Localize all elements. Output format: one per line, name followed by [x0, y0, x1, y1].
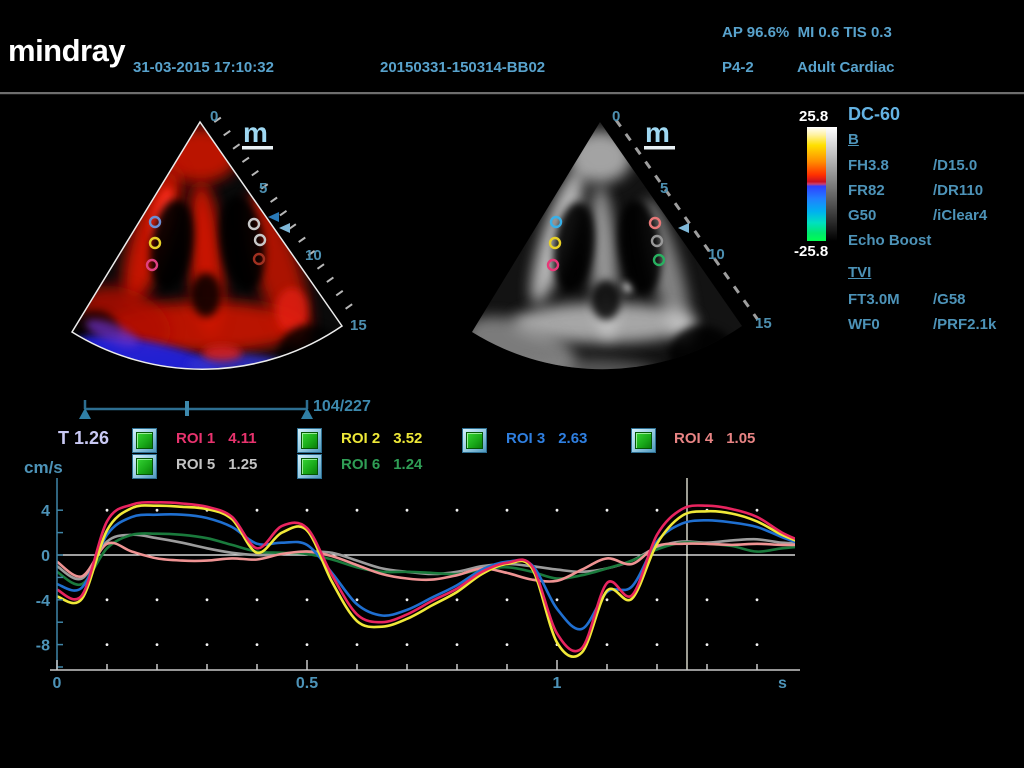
chart-curves [57, 502, 807, 656]
bmode-graybar [826, 127, 837, 241]
depth-label-5: 5 [660, 180, 668, 197]
b-param-iclear: /iClear4 [933, 207, 987, 224]
b-param-frequency: FH3.8 [848, 157, 889, 174]
trace-roi-1 [57, 502, 807, 651]
scrubber-position-handle[interactable] [185, 401, 189, 416]
pointer-arrow-icon [678, 223, 689, 233]
b-param-dynamicrange: /DR110 [933, 182, 983, 199]
y-axis-unit-label: cm/s [24, 458, 63, 477]
y-tick-label: 4 [41, 503, 50, 520]
x-axis-unit-label: s [778, 675, 787, 692]
depth-label-0: 0 [210, 108, 218, 125]
system-model: DC-60 [848, 104, 900, 125]
cine-frame-counter: 104/227 [313, 398, 371, 416]
orientation-marker-m: m [645, 117, 670, 148]
tvi-param-prf: /PRF2.1k [933, 316, 996, 333]
b-param-echoboost: Echo Boost [848, 232, 931, 249]
trace-roi-4 [57, 543, 807, 582]
trace-roi-2 [57, 505, 807, 656]
pointer-arrow-icon [268, 212, 279, 222]
depth-label-10: 10 [305, 247, 322, 264]
datetime: 31-03-2015 17:10:32 [133, 59, 274, 76]
x-tick-label: 0 [53, 675, 62, 692]
y-tick-label: 0 [41, 548, 50, 565]
bmode-section-title: B [848, 131, 859, 148]
b-param-depth: /D15.0 [933, 157, 977, 174]
depth-label-5: 5 [259, 180, 267, 197]
y-tick-label: -4 [36, 593, 50, 610]
mindray-logo: mindray [8, 33, 125, 69]
depth-label-15: 15 [350, 317, 367, 334]
colorbar-min-value: -25.8 [794, 243, 828, 260]
bmode-image[interactable]: 0 5 10 15 m [400, 95, 800, 395]
colorbar-max-value: 25.8 [799, 108, 828, 125]
depth-label-15: 15 [755, 315, 772, 332]
tvi-section-title: TVI [848, 264, 871, 281]
exam-preset: Adult Cardiac [797, 59, 895, 76]
orientation-marker-underline [644, 146, 675, 150]
acoustic-output: AP 96.6% MI 0.6 TIS 0.3 [722, 24, 892, 41]
probe-name: P4-2 [722, 59, 754, 76]
depth-label-10: 10 [708, 246, 725, 263]
b-param-framerate: FR82 [848, 182, 885, 199]
b-param-gain: G50 [848, 207, 876, 224]
exam-id: 20150331-150314-BB02 [380, 59, 545, 76]
x-tick-label: 0.5 [296, 675, 318, 692]
tvi-param-frequency: FT3.0M [848, 291, 900, 308]
orientation-marker-underline [242, 146, 273, 150]
tvi-color-image[interactable]: 0 5 10 15 m [0, 95, 400, 395]
mindray-ultrasound-screen: mindray 31-03-2015 17:10:32 20150331-150… [0, 0, 1024, 768]
tvi-param-wallfilter: WF0 [848, 316, 880, 333]
x-tick-label: 1 [553, 675, 562, 692]
tvi-waveform-chart: cm/s 4 0 -4 -8 0 0.5 1 s [0, 445, 830, 703]
tvi-colorbar [807, 127, 826, 241]
orientation-marker-m: m [243, 117, 268, 148]
tvi-param-gain: /G58 [933, 291, 966, 308]
depth-label-0: 0 [612, 108, 620, 125]
pointer-arrow-icon [279, 223, 290, 233]
y-tick-label: -8 [36, 638, 50, 655]
